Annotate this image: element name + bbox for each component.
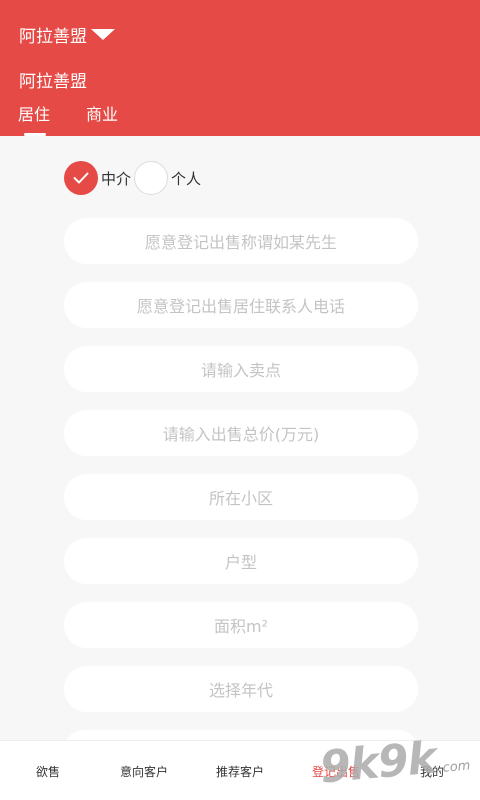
category-tabs: 居住 商业 (18, 101, 154, 136)
nav-item-recommended-clients[interactable]: 推荐客户 (192, 741, 288, 800)
total-price-field[interactable]: 请输入出售总价(万元) (64, 410, 418, 456)
name-field[interactable]: 愿意登记出售称谓如某先生 (64, 218, 418, 264)
check-icon (73, 172, 89, 184)
sale-form: 愿意登记出售称谓如某先生 愿意登记出售居住联系人电话 请输入卖点 请输入出售总价… (64, 218, 418, 750)
nav-item-mine[interactable]: 我的 (384, 741, 480, 800)
tab-residential[interactable]: 居住 (18, 101, 50, 136)
nav-item-interested-clients[interactable]: 意向客户 (96, 741, 192, 800)
nav-item-for-sale[interactable]: 欲售 (0, 741, 96, 800)
league-name: 阿拉善盟 (19, 72, 87, 92)
radio-individual[interactable] (134, 161, 169, 195)
bottom-nav: 欲售 意向客户 推荐客户 登记出售 我的 (0, 740, 480, 800)
city-selector[interactable]: 阿拉善盟 (19, 22, 115, 47)
layout-field[interactable]: 户型 (64, 538, 418, 584)
city-name: 阿拉善盟 (19, 27, 87, 47)
agent-type-radio-group: 中介 个人 (64, 161, 204, 195)
year-select-field[interactable]: 选择年代 (64, 666, 418, 712)
community-field[interactable]: 所在小区 (64, 474, 418, 520)
header-bar: 阿拉善盟 阿拉善盟 居住 商业 (0, 0, 480, 136)
radio-individual-label: 个人 (171, 169, 202, 188)
radio-agent-label: 中介 (101, 169, 132, 188)
radio-agent[interactable] (64, 161, 98, 195)
caret-down-icon (91, 29, 115, 40)
area-field[interactable]: 面积m² (64, 602, 418, 648)
selling-point-field[interactable]: 请输入卖点 (64, 346, 418, 392)
tab-commercial[interactable]: 商业 (86, 101, 118, 125)
phone-field[interactable]: 愿意登记出售居住联系人电话 (64, 282, 418, 328)
nav-item-register-sale[interactable]: 登记出售 (288, 741, 384, 800)
